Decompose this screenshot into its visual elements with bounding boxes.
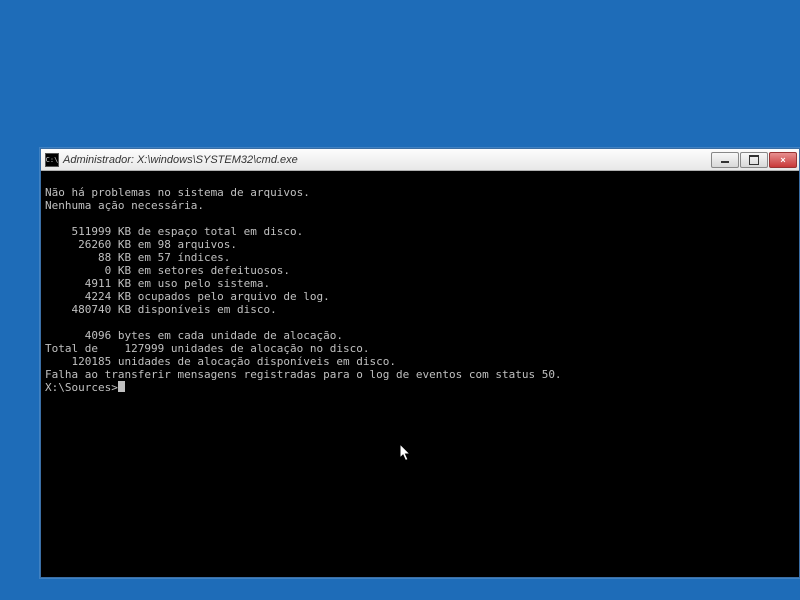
window-controls: ×	[710, 152, 797, 168]
cursor	[118, 381, 125, 392]
terminal-output[interactable]: Não há problemas no sistema de arquivos.…	[41, 171, 799, 577]
cmd-window: C:\ Administrador: X:\windows\SYSTEM32\c…	[40, 148, 800, 578]
terminal-lines: Não há problemas no sistema de arquivos.…	[45, 173, 795, 381]
close-icon: ×	[780, 155, 785, 165]
titlebar[interactable]: C:\ Administrador: X:\windows\SYSTEM32\c…	[41, 149, 799, 171]
minimize-button[interactable]	[711, 152, 739, 168]
close-button[interactable]: ×	[769, 152, 797, 168]
window-title: Administrador: X:\windows\SYSTEM32\cmd.e…	[63, 154, 710, 166]
prompt-text: X:\Sources>	[45, 381, 118, 394]
prompt-line: X:\Sources>	[45, 381, 795, 394]
maximize-button[interactable]	[740, 152, 768, 168]
cmd-icon: C:\	[45, 153, 59, 167]
